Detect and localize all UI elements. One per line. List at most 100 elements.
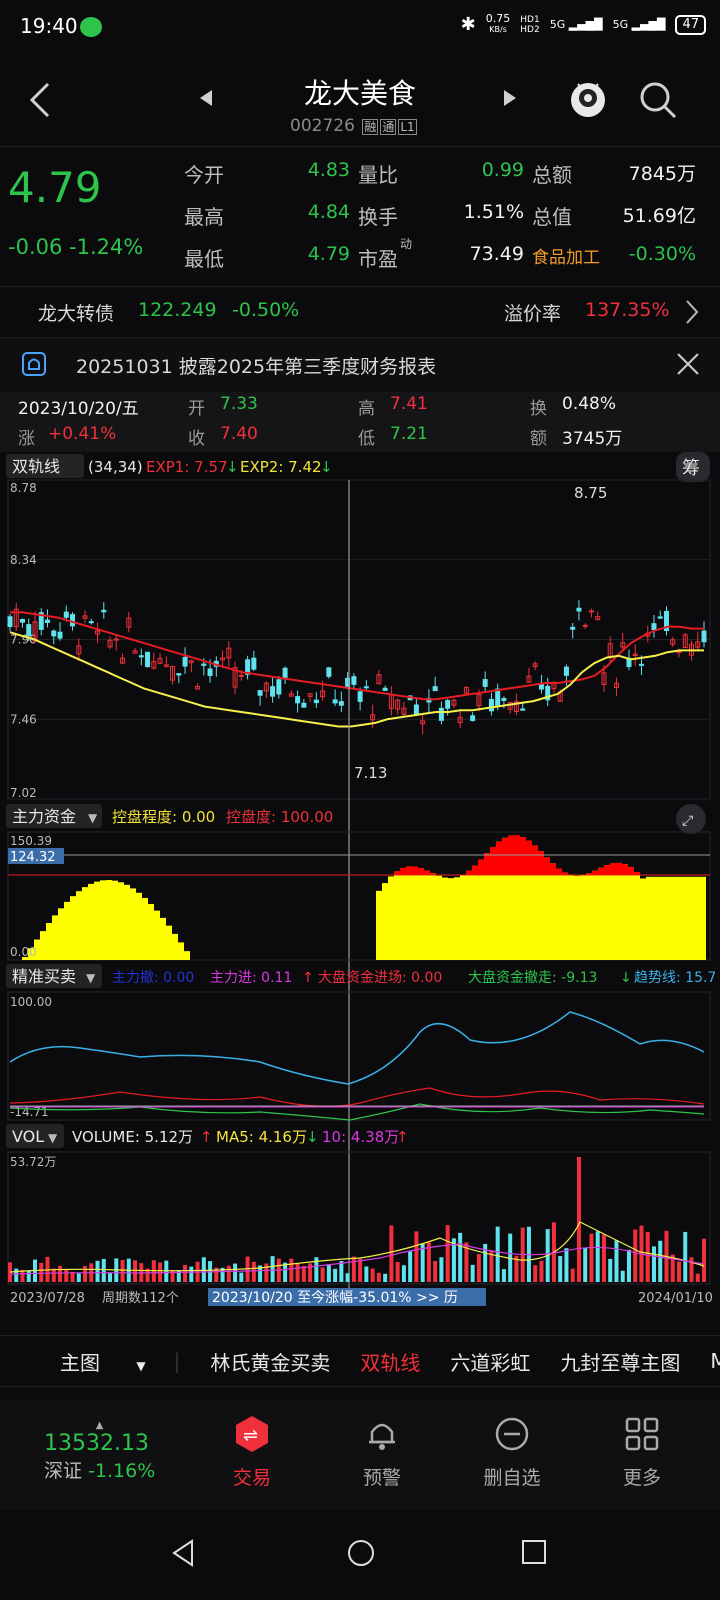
volume-bar [589,1233,594,1282]
signal-icon-1: 5G ▂▄▆█ [549,18,603,31]
candle-body [538,683,544,690]
candle-body [326,667,332,677]
tab-rainbow[interactable]: 六道彩虹 [450,1347,530,1376]
fund-bar-red [490,846,496,875]
trade-icon: ⇌ [236,1416,268,1452]
ma5-arrow: ↓ [306,1128,319,1146]
volume-bar [339,1261,344,1282]
fund-bar-red [592,870,598,875]
high-value: 7.41 [390,394,428,414]
tab-divider: | [173,1349,181,1373]
volume-bar [120,1259,125,1282]
volume-bar [95,1260,100,1282]
y-tick-label: 7.02 [10,786,37,800]
fund-bar-red [604,865,610,875]
candle-body [145,651,151,668]
status-bar: 19:40 ✱ 0.75 KB/s HD1 HD2 5G ▂▄▆█ 5G ▂▄▆█ … [0,0,720,56]
volume-bar [251,1261,256,1282]
nav-trade[interactable]: ⇌ 交易 [202,1414,302,1490]
quote-label: 食品加工 [532,248,600,268]
index-widget[interactable]: ▲ 13532.13 深证 -1.16% [44,1420,155,1483]
range-text[interactable]: 2023/10/20 至今涨幅-35.01% >> 历 [212,1290,458,1306]
candle-body [563,666,569,676]
search-icon[interactable] [638,80,678,120]
chart-area[interactable]: 双轨线 (34,34) EXP1: 7.57 ↓ EXP2: 7.42 ↓ 筹 … [0,452,720,1335]
fund-bar [376,890,382,960]
candle-body [582,624,588,627]
candle-body [588,610,594,613]
candle-body [138,655,144,658]
fund-bar [652,876,658,960]
fund-bar [166,925,172,960]
nav-remove-watch[interactable]: 删自选 [462,1414,562,1490]
fund-area [22,835,706,960]
tab-ma[interactable]: MA [710,1349,720,1373]
chevron-right-icon [686,300,699,324]
nav-alert[interactable]: 预警 [332,1414,432,1490]
candle-body [88,621,94,624]
close-value: 7.40 [220,424,258,444]
high-mark: 8.75 [574,484,607,502]
exp1-arrow: ↓ [226,458,239,476]
notice-bar[interactable]: 20251031 披露2025年第三季度财务报表 [0,338,720,392]
volume-bar [439,1257,444,1282]
fund-bar [94,881,100,960]
main-gridlines [8,479,710,800]
candle-body [101,609,107,613]
main-indicator-name: 双轨线 [12,457,60,476]
candle-body [638,663,644,666]
fund-bar [388,876,394,960]
volume-bar [264,1263,269,1282]
assistant-icon[interactable] [566,76,610,120]
candle-body [657,616,663,619]
fund-bar [76,891,82,960]
candle-body [207,668,213,676]
sys-back-icon[interactable] [170,1538,196,1568]
volume-bar [14,1268,19,1282]
fund-bar-red [610,863,616,875]
candle-body [382,687,388,691]
tab-nine[interactable]: 九封至尊主图 [560,1347,680,1376]
tab-main[interactable]: 主图 ▼ [30,1347,146,1376]
candle-body [570,626,576,630]
header: 龙大美食 002726 融通 L1 [0,56,720,146]
quote-label: 量比 [358,163,398,187]
volume-bar [595,1231,600,1282]
fund-bar [160,917,166,960]
volume-bar [389,1225,394,1282]
open-label: 开 [188,399,205,419]
fund-bar-red [502,837,508,875]
cb-price: 122.249 [138,299,217,321]
candle-body [51,630,57,637]
hd-badge: HD1 HD2 [520,14,540,35]
fund-bar [454,877,460,960]
fund-bar [124,884,130,960]
tab-lin[interactable]: 林氏黄金买卖 [210,1347,330,1376]
volume-bar [576,1157,581,1282]
fund-bar-red [424,870,430,875]
fund-bar [580,875,586,960]
market-in-line [9,1087,705,1107]
index-value: 13532.13 [44,1431,149,1456]
fund-bar [46,923,52,960]
sys-home-icon[interactable] [346,1538,376,1568]
nav-more[interactable]: 更多 [592,1414,692,1490]
fund-bar [586,873,592,960]
cb-premium: 137.35% [585,299,670,321]
nav-alert-label: 预警 [362,1467,401,1489]
ma5-value: MA5: 4.16万 [216,1128,307,1146]
quote-label: 换手 [358,205,398,229]
next-stock-icon[interactable] [500,86,520,110]
tab-dual-track[interactable]: 双轨线 [360,1347,420,1376]
close-icon[interactable] [676,352,700,376]
convertible-bond-row[interactable]: 龙大转债 122.249 -0.50% 溢价率 137.35% [0,286,720,338]
fund-bar [472,865,478,960]
notice-text: 20251031 披露2025年第三季度财务报表 [76,356,437,378]
fund-bar [640,878,646,960]
mkt-in: 大盘资金进场: 0.00 [318,969,442,986]
quote-label: 今开 [184,163,224,187]
sys-recent-icon[interactable] [520,1538,548,1566]
bluetooth-icon: ✱ [460,14,476,35]
price-change: -0.06 -1.24% [8,235,144,259]
fund-bar-red [466,870,472,875]
